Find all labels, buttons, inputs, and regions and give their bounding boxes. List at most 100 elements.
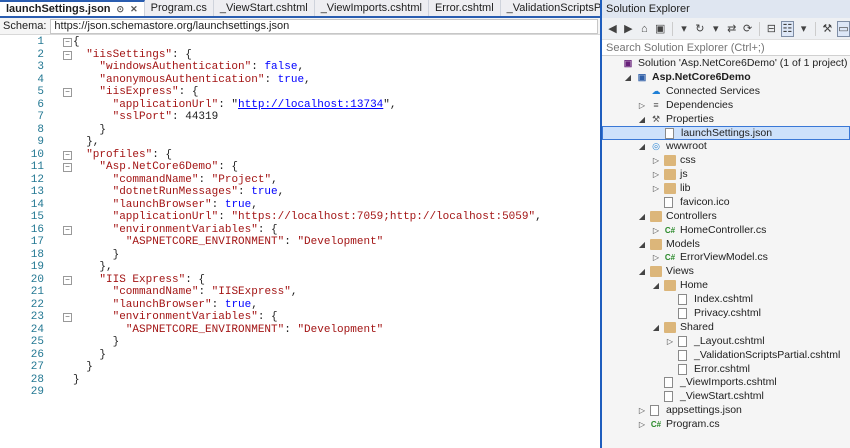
pin-icon[interactable]: ⊙ xyxy=(117,4,125,15)
tree-item[interactable]: Error.cshtml xyxy=(602,363,850,377)
solution-icon: ▣ xyxy=(623,58,633,68)
tree-item[interactable]: ◢ ◎ wwwroot xyxy=(602,140,850,154)
solution-explorer-search[interactable] xyxy=(602,40,850,56)
tree-item[interactable]: ◢ Views xyxy=(602,265,850,279)
tree-item[interactable]: ◢ Home xyxy=(602,279,850,293)
tree-item[interactable]: launchSettings.json xyxy=(602,126,850,141)
tree-item[interactable]: ▷ ≡ Dependencies xyxy=(602,99,850,113)
back-icon[interactable]: ◀ xyxy=(606,21,619,37)
preview-icon[interactable]: ▭ xyxy=(836,20,850,37)
collapsed-arrow-icon[interactable]: ▷ xyxy=(638,404,646,418)
fold-toggle-icon[interactable]: − xyxy=(63,38,72,47)
collapsed-arrow-icon[interactable]: ▷ xyxy=(652,168,660,182)
folder-icon xyxy=(650,210,662,222)
csharp-file-icon: C# xyxy=(650,420,662,430)
line-number: 1 xyxy=(37,36,44,48)
tree-item[interactable]: ▷ C# HomeController.cs xyxy=(602,224,850,238)
dropdown-icon[interactable]: ▾ xyxy=(797,21,810,37)
fold-toggle-icon[interactable]: − xyxy=(63,88,72,97)
tab-launchsettings-json[interactable]: launchSettings.json ⊙ ✕ xyxy=(0,0,145,16)
solution-icon[interactable]: ▣ xyxy=(654,21,667,37)
tree-item[interactable]: ▷ lib xyxy=(602,182,850,196)
tree-item[interactable]: ▷ _Layout.cshtml xyxy=(602,335,850,349)
fold-toggle-icon[interactable]: − xyxy=(63,150,72,160)
tab-validationscriptspartial[interactable]: _ValidationScriptsPartial. xyxy=(501,0,600,16)
schema-input[interactable] xyxy=(50,18,598,34)
expanded-arrow-icon[interactable]: ◢ xyxy=(638,140,646,154)
folder-icon xyxy=(664,169,676,181)
tree-item[interactable]: ▷ js xyxy=(602,168,850,182)
tree-item[interactable]: ▷ C# Program.cs xyxy=(602,418,850,432)
dropdown-icon[interactable]: ▾ xyxy=(678,21,691,37)
code-text: } xyxy=(73,361,93,373)
collapsed-arrow-icon[interactable]: ▷ xyxy=(652,154,660,168)
collapsed-arrow-icon[interactable]: ▷ xyxy=(638,418,646,432)
tree-item[interactable]: ▷ C# ErrorViewModel.cs xyxy=(602,251,850,265)
collapsed-arrow-icon[interactable]: ▷ xyxy=(652,224,660,238)
fold-toggle-icon[interactable]: − xyxy=(63,225,72,235)
tree-item[interactable]: ▣ Solution 'Asp.NetCore6Demo' (1 of 1 pro… xyxy=(602,57,850,71)
search-input[interactable] xyxy=(606,41,841,54)
tree-item[interactable]: _ValidationScriptsPartial.cshtml xyxy=(602,349,850,363)
fold-toggle-icon[interactable]: − xyxy=(63,313,72,322)
code-text: } xyxy=(73,348,107,361)
tree-item[interactable]: Privacy.cshtml xyxy=(602,307,850,321)
tree-item[interactable]: ◢ ⚒ Properties xyxy=(602,113,850,127)
code-area[interactable]: 1−{2− "iisSettings": {3 "windowsAuthenti… xyxy=(0,36,600,448)
code-line: 26 } xyxy=(0,349,600,362)
fold-toggle-icon[interactable]: − xyxy=(63,163,72,172)
code-line: 21 "commandName": "IISExpress", xyxy=(0,286,600,299)
collapsed-arrow-icon[interactable]: ▷ xyxy=(666,335,674,349)
tree-item[interactable]: ▷ css xyxy=(602,154,850,168)
tree-item-label: Home xyxy=(680,279,709,292)
history-icon[interactable]: ↻ xyxy=(693,21,706,37)
expanded-arrow-icon[interactable]: ◢ xyxy=(638,265,646,279)
tab-error-cshtml[interactable]: Error.cshtml xyxy=(429,0,501,16)
tab-viewimports-cshtml[interactable]: _ViewImports.cshtml xyxy=(315,0,429,16)
home-icon[interactable]: ⌂ xyxy=(638,21,651,37)
forward-icon[interactable]: ▶ xyxy=(622,21,635,37)
line-number: 15 xyxy=(30,211,44,223)
code-line: 2 − "iisSettings": { xyxy=(0,49,600,62)
expanded-arrow-icon[interactable]: ◢ xyxy=(652,321,660,335)
tab-program-cs[interactable]: Program.cs xyxy=(145,0,214,16)
tree-item[interactable]: _ViewStart.cshtml xyxy=(602,390,850,404)
properties-icon[interactable]: ⚒ xyxy=(821,21,834,37)
tree-item-label: Views xyxy=(666,265,694,278)
expanded-arrow-icon[interactable]: ◢ xyxy=(638,210,646,224)
dropdown-icon[interactable]: ▾ xyxy=(709,21,722,37)
tab-viewstart-cshtml[interactable]: _ViewStart.cshtml xyxy=(214,0,315,16)
collapsed-arrow-icon[interactable]: ▷ xyxy=(652,182,660,196)
fold-toggle-icon[interactable]: − xyxy=(63,275,72,285)
close-icon[interactable]: ✕ xyxy=(130,4,138,15)
code-text: "environmentVariables": { xyxy=(112,223,278,236)
refresh-icon[interactable]: ⟳ xyxy=(741,21,754,37)
show-all-files-icon[interactable]: ☷ xyxy=(780,20,795,37)
code-editor[interactable]: launchSettings.json ⊙ ✕ Program.cs _ViewStar… xyxy=(0,0,600,448)
folder-icon xyxy=(664,280,676,292)
collapsed-arrow-icon[interactable]: ▷ xyxy=(652,251,660,265)
expanded-arrow-icon[interactable]: ◢ xyxy=(652,279,660,293)
tree-item[interactable]: ◢ ▣ Asp.NetCore6Demo xyxy=(602,71,850,85)
line-number: 12 xyxy=(30,173,44,186)
schema-label: Schema: xyxy=(3,20,47,32)
tree-item[interactable]: ◢ Controllers xyxy=(602,210,850,224)
tree-item[interactable]: ▷ appsettings.json xyxy=(602,404,850,418)
sync-icon[interactable]: ⇄ xyxy=(725,21,738,37)
expanded-arrow-icon[interactable]: ◢ xyxy=(638,113,646,127)
code-line: 23 − "environmentVariables": { xyxy=(0,311,600,324)
expanded-arrow-icon[interactable]: ◢ xyxy=(624,71,632,85)
fold-toggle-icon[interactable]: − xyxy=(63,50,72,60)
collapse-icon[interactable]: ⊟ xyxy=(765,21,778,37)
tree-item[interactable]: Index.cshtml xyxy=(602,293,850,307)
tree-item[interactable]: ◢ Models xyxy=(602,238,850,252)
collapsed-arrow-icon[interactable]: ▷ xyxy=(638,99,646,113)
code-line: 10 − "profiles": { xyxy=(0,149,600,162)
code-text: }, xyxy=(73,136,100,148)
expanded-arrow-icon[interactable]: ◢ xyxy=(638,238,646,252)
tree-item[interactable]: ☁ Connected Services xyxy=(602,85,850,99)
tree-item[interactable]: _ViewImports.cshtml xyxy=(602,376,850,390)
tree-item[interactable]: favicon.ico xyxy=(602,196,850,210)
line-number: 20 xyxy=(30,273,44,286)
tree-item[interactable]: ◢ Shared xyxy=(602,321,850,335)
